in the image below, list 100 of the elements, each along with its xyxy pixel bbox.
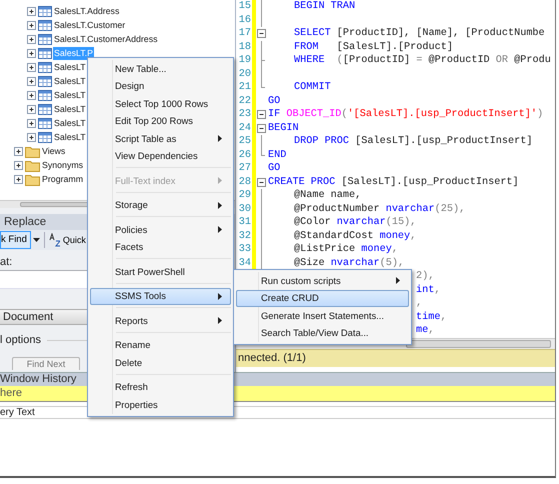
tree-item[interactable]: SalesLT.Customer — [53, 18, 126, 32]
field-label: at: — [0, 256, 14, 268]
menu-item[interactable]: SSMS Tools — [90, 288, 231, 305]
menu-item[interactable]: Design — [90, 78, 231, 95]
code-token: GO — [268, 163, 280, 174]
caret-icon[interactable] — [32, 238, 40, 242]
quick-replace-button[interactable]: Quick — [62, 232, 87, 248]
tree-item[interactable]: SalesLT — [53, 60, 87, 74]
replace-icon[interactable] — [48, 233, 60, 247]
menu-item[interactable]: Facets — [90, 238, 231, 256]
tree-item[interactable]: SalesLT.Address — [53, 4, 120, 18]
line-number: 32 — [238, 230, 251, 243]
code-token: , — [410, 230, 416, 242]
find-next-button[interactable]: Find Next — [12, 357, 80, 370]
expand-icon[interactable] — [14, 174, 23, 184]
expand-icon[interactable] — [27, 132, 36, 142]
line-number: 31 — [238, 216, 251, 230]
expand-icon[interactable] — [27, 6, 36, 16]
code-token: '[SalesLT].[usp_ProductInsert]' — [348, 109, 538, 120]
tree-item[interactable]: SalesLT — [53, 88, 87, 102]
submenu-arrow-icon — [218, 317, 222, 324]
tree-item[interactable]: SalesLT.CustomerAddress — [53, 32, 158, 46]
expand-icon[interactable] — [27, 90, 36, 100]
code-token: money — [380, 230, 410, 242]
code-token: int — [416, 284, 434, 296]
menu-item[interactable]: Run custom scripts — [236, 272, 409, 290]
submenu-arrow-icon — [218, 202, 222, 209]
menu-item[interactable]: Generate Insert Statements... — [236, 307, 409, 324]
expand-icon[interactable] — [27, 104, 36, 114]
expand-icon[interactable] — [27, 76, 36, 86]
tree-item[interactable]: SalesLT — [53, 102, 87, 116]
code-token: (15), — [386, 217, 416, 228]
code-token: SELECT — [294, 28, 331, 39]
folder-icon — [25, 144, 40, 158]
tree-item[interactable]: Programm — [41, 172, 84, 186]
line-number: 21 — [238, 81, 251, 94]
code-token: OBJECT_ID — [286, 109, 342, 120]
menu-item[interactable]: Select Top 1000 Rows — [90, 95, 231, 112]
table-icon — [38, 18, 52, 32]
collapse-icon[interactable] — [257, 178, 266, 186]
table-icon — [38, 4, 52, 18]
menu-item[interactable]: Storage — [90, 196, 231, 214]
code-token: [SalesLT].[Product] — [336, 42, 453, 52]
folder-icon — [25, 172, 40, 186]
code-token: [SalesLT].[usp_ProductInsert] — [354, 136, 532, 147]
tree-item[interactable]: SalesLT — [53, 130, 87, 144]
line-number: 28 — [238, 176, 251, 189]
tree-item[interactable]: Views — [41, 144, 66, 158]
table-icon — [38, 116, 52, 130]
menu-item[interactable]: View Dependencies — [90, 148, 231, 165]
code-token: @StandardCost — [294, 230, 374, 242]
folder-icon — [25, 158, 40, 172]
code-token: nvarchar — [336, 217, 386, 228]
options-label: l options — [0, 332, 41, 348]
line-number: 19 — [238, 54, 251, 68]
table-icon — [38, 88, 52, 102]
line-number: 27 — [238, 162, 251, 176]
menu-item[interactable]: Script Table as — [90, 130, 231, 148]
collapse-icon[interactable] — [257, 29, 266, 38]
table-icon — [38, 32, 52, 46]
expand-icon[interactable] — [27, 62, 36, 72]
expand-icon[interactable] — [14, 146, 23, 156]
menu-item[interactable]: New Table... — [90, 60, 231, 78]
menu-item[interactable]: Edit Top 200 Rows — [90, 112, 231, 130]
code-token: , — [416, 298, 422, 309]
expand-icon[interactable] — [27, 118, 36, 128]
expand-icon[interactable] — [14, 160, 23, 170]
code-token: , — [434, 284, 440, 296]
code-token: DROP PROC — [294, 136, 350, 147]
menu-item[interactable]: Delete — [90, 354, 231, 372]
line-number: 23 — [238, 108, 251, 122]
menu-item[interactable]: Rename — [90, 336, 231, 354]
collapse-icon[interactable] — [257, 124, 266, 132]
line-number: 17 — [238, 27, 251, 40]
expand-icon[interactable] — [27, 34, 36, 44]
collapse-icon[interactable] — [257, 110, 266, 119]
expand-icon[interactable] — [27, 20, 36, 30]
code-token: [ProductID], [Name], [ProductNumbe — [336, 28, 545, 39]
code-token: 2), — [416, 271, 434, 282]
menu-item[interactable]: Reports — [90, 312, 231, 330]
menu-item[interactable]: Create CRUD — [236, 290, 409, 307]
code-token: @ListPrice — [294, 244, 356, 255]
code-token: nvarchar — [330, 258, 380, 268]
tree-item[interactable]: SalesLT — [53, 74, 87, 88]
table-icon — [38, 60, 52, 74]
code-token: BEGIN TRAN — [294, 1, 356, 12]
line-number: 15 — [238, 0, 251, 14]
menu-item[interactable]: Start PowerShell — [90, 263, 231, 280]
line-number: 22 — [238, 94, 251, 108]
code-token: ( — [341, 109, 348, 120]
menu-item[interactable]: Search Table/View Data... — [236, 324, 409, 342]
tree-item[interactable]: SalesLT — [53, 116, 87, 130]
expand-icon[interactable] — [27, 48, 36, 58]
tree-item[interactable]: Synonyms — [41, 158, 84, 172]
quick-find-button[interactable]: k Find — [0, 231, 31, 249]
code-token: COMMIT — [294, 82, 331, 93]
line-number: 25 — [238, 135, 251, 148]
code-token: , — [440, 312, 447, 322]
submenu-arrow-icon — [218, 292, 222, 300]
code-token: FROM — [294, 42, 318, 52]
